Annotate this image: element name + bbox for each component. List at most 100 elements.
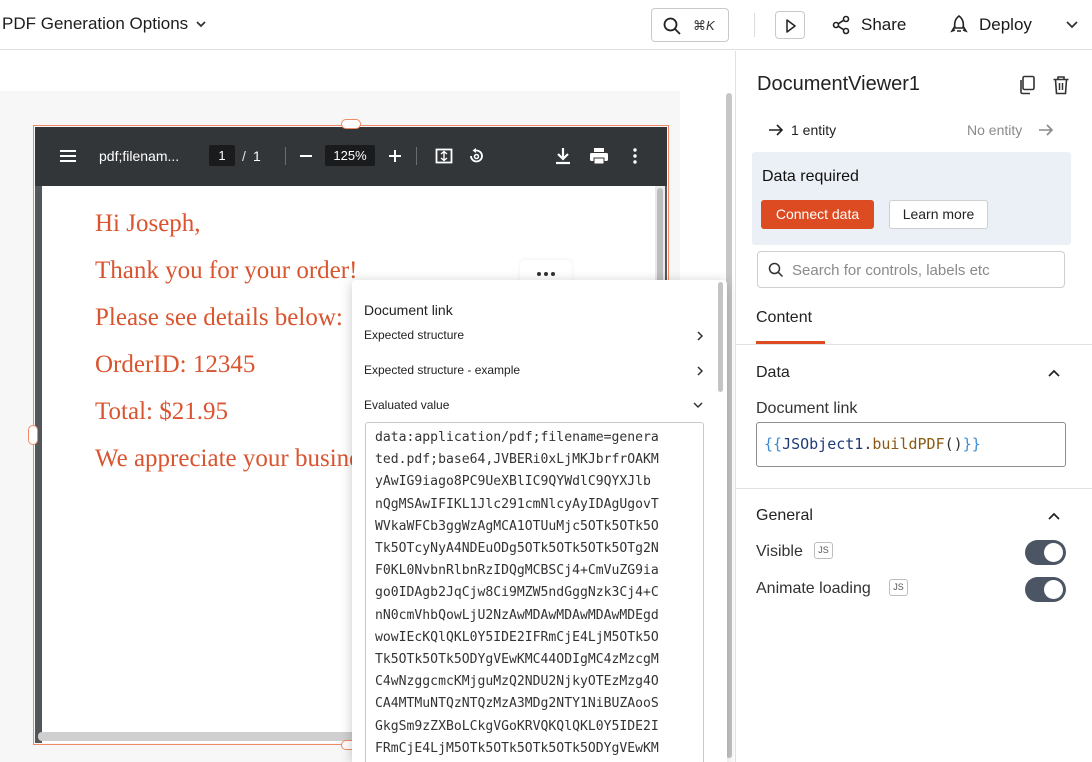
code-token: buildPDF: [872, 435, 945, 453]
copy-icon[interactable]: [1018, 75, 1036, 95]
evaluated-value-box[interactable]: data:application/pdf;filename=genera ted.…: [365, 422, 704, 762]
chevron-down-icon: [693, 402, 703, 409]
share-button[interactable]: Share: [861, 15, 906, 35]
zoom-out-icon[interactable]: [299, 149, 313, 163]
evaluated-value-line: C4wNzggcmcKMjguMzQ2NDU2NjkyOTEzMzg4O: [375, 674, 659, 690]
rocket-icon[interactable]: [949, 14, 969, 36]
evaluated-value-line: FRmCjE4LjM5OTk5OTk5OTk5OTk5ODYgVEwKM: [375, 740, 659, 756]
callout-title: Data required: [762, 168, 859, 185]
divider: [285, 147, 286, 165]
page-number-input[interactable]: 1: [209, 145, 235, 166]
evaluated-value-line: nN0cmVhbQowLjU2NzAwMDAwMDAwMDAwMDEgd: [375, 607, 659, 623]
document-link-value: {{JSObject1.buildPDF()}}: [764, 435, 981, 453]
search-icon: [768, 262, 784, 278]
visible-label: Visible: [756, 543, 803, 560]
connect-data-button[interactable]: Connect data: [761, 200, 874, 229]
evaluated-value-line: Tk5OTk5OTk5ODYgVEwKMC44ODIgMC4zMzcgM: [375, 652, 659, 668]
delete-icon[interactable]: [1052, 75, 1070, 95]
tab-content[interactable]: Content: [756, 309, 812, 327]
resize-handle-top[interactable]: [341, 119, 361, 129]
chevron-down-icon[interactable]: [193, 14, 209, 34]
popover-scrollbar[interactable]: [718, 282, 723, 392]
evaluated-value-line: data:application/pdf;filename=genera: [375, 430, 659, 445]
section-general-header[interactable]: General: [756, 507, 813, 525]
search-placeholder: Search for controls, labels etc: [792, 262, 990, 279]
pdf-file-name: pdf;filenam...: [99, 148, 180, 164]
chevron-down-icon[interactable]: [1064, 16, 1080, 34]
visible-toggle[interactable]: [1025, 540, 1066, 565]
js-toggle-badge[interactable]: JS: [814, 542, 833, 559]
download-icon[interactable]: [555, 147, 571, 165]
pdf-text-line: We appreciate your business!: [95, 445, 389, 472]
menu-icon[interactable]: [59, 149, 77, 163]
fit-page-icon[interactable]: [435, 147, 453, 165]
arrow-right-icon[interactable]: [768, 123, 784, 137]
widget-name[interactable]: DocumentViewer1: [757, 73, 920, 96]
entity-link[interactable]: 1 entity: [791, 122, 836, 138]
code-token: }}: [962, 435, 981, 453]
zoom-in-icon[interactable]: [388, 149, 402, 163]
popover-title: Document link: [364, 302, 453, 318]
page-total: 1: [253, 148, 261, 164]
row-label: Evaluated value: [364, 398, 450, 412]
evaluated-value-row[interactable]: Evaluated value: [364, 398, 704, 418]
app-root: PDF Generation Options ⌘K Share Deploy p…: [0, 0, 1092, 762]
document-link-input[interactable]: {{JSObject1.buildPDF()}}: [756, 422, 1066, 467]
chevron-right-icon: [697, 366, 704, 376]
divider: [754, 13, 755, 37]
row-label: Expected structure: [364, 328, 465, 342]
evaluated-value-text: data:application/pdf;filename=genera ted.…: [375, 427, 700, 760]
evaluated-value-line: go0IDAgb2JqCjw8Ci9MZW5ndGggNzk3Cj4+C: [375, 585, 659, 601]
share-icon[interactable]: [831, 15, 851, 35]
property-search-input[interactable]: Search for controls, labels etc: [757, 251, 1065, 288]
code-token: {{: [764, 435, 783, 453]
evaluated-value-line: yAwIG9iago8PC9UeXBlIC9QYWdlC9QYXJlb: [375, 474, 651, 490]
pdf-text-line: OrderID: 12345: [95, 351, 256, 378]
toggle-knob: [1044, 543, 1063, 562]
arrow-right-icon: [1039, 124, 1054, 136]
search-button[interactable]: ⌘K: [651, 8, 729, 42]
chevron-up-icon[interactable]: [1047, 368, 1061, 378]
divider: [736, 344, 1092, 345]
divider: [736, 488, 1092, 489]
more-vertical-icon[interactable]: [632, 148, 638, 164]
evaluated-value-line: Tk5OTcyNyA4NDEuODg5OTk5OTk5OTk5OTg2N: [375, 541, 659, 557]
app-title[interactable]: PDF Generation Options: [2, 14, 188, 34]
preview-button[interactable]: [775, 11, 805, 39]
search-shortcut: ⌘K: [693, 18, 715, 33]
evaluated-value-line: GkgSm9zZXBoLCkgVGoKRVQKQlQKL0Y5IDE2I: [375, 718, 659, 734]
evaluated-value-line: CA4MTMuNTQzNTQzMzA3MDg2NTY1NiBUZAooS: [375, 696, 659, 712]
print-icon[interactable]: [589, 147, 609, 165]
evaluated-value-line: nQgMSAwIFIKL1Jlc291cmNlcyAyIDAgUgovT: [375, 496, 659, 512]
section-data-header[interactable]: Data: [756, 364, 790, 382]
evaluated-value-line: WVkaWFCb3ggWzAgMCA1OTUuMjc5OTk5OTk5O: [375, 518, 659, 534]
no-entity-link[interactable]: No entity: [967, 122, 1022, 138]
code-token: (): [944, 435, 963, 453]
play-icon: [786, 19, 796, 33]
animate-loading-label: Animate loading: [756, 580, 871, 597]
js-toggle-badge[interactable]: JS: [889, 579, 908, 596]
learn-more-button[interactable]: Learn more: [889, 200, 988, 229]
expected-structure-row[interactable]: Expected structure: [364, 328, 704, 348]
animate-loading-toggle[interactable]: [1025, 577, 1066, 602]
deploy-button[interactable]: Deploy: [979, 15, 1032, 35]
code-token: JSObject1: [782, 435, 864, 453]
expected-structure-example-row[interactable]: Expected structure - example: [364, 363, 704, 383]
top-bar: PDF Generation Options ⌘K Share Deploy: [0, 0, 1092, 50]
pdf-text-line: Please see details below:: [95, 304, 343, 331]
rotate-icon[interactable]: [467, 147, 485, 165]
resize-handle-left[interactable]: [28, 425, 38, 445]
zoom-level[interactable]: 125%: [325, 145, 375, 166]
search-icon: [663, 17, 681, 35]
chevron-right-icon: [697, 331, 704, 341]
evaluated-value-line: wowIEcKQlQKL0Y5IDE2IFRmCjE4LjM5OTk5O: [375, 629, 659, 645]
pdf-text-line: Thank you for your order!: [95, 257, 358, 284]
pdf-text-line: Hi Joseph,: [95, 210, 201, 237]
pdf-toolbar: pdf;filenam... 1 / 1 125%: [35, 127, 667, 186]
chevron-up-icon[interactable]: [1047, 511, 1061, 521]
property-pane: DocumentViewer1 1 entity No entity Data …: [735, 51, 1092, 762]
evaluated-value-line: F0KL0NvbnRlbnRzIDQgMCBSCj4+CmVuZG9ia: [375, 563, 659, 579]
evaluated-value-line: ted.pdf;base64,JVBERi0xLjMKJbrfrOAKM: [375, 452, 659, 468]
toggle-knob: [1044, 580, 1063, 599]
document-link-label: Document link: [756, 400, 858, 417]
